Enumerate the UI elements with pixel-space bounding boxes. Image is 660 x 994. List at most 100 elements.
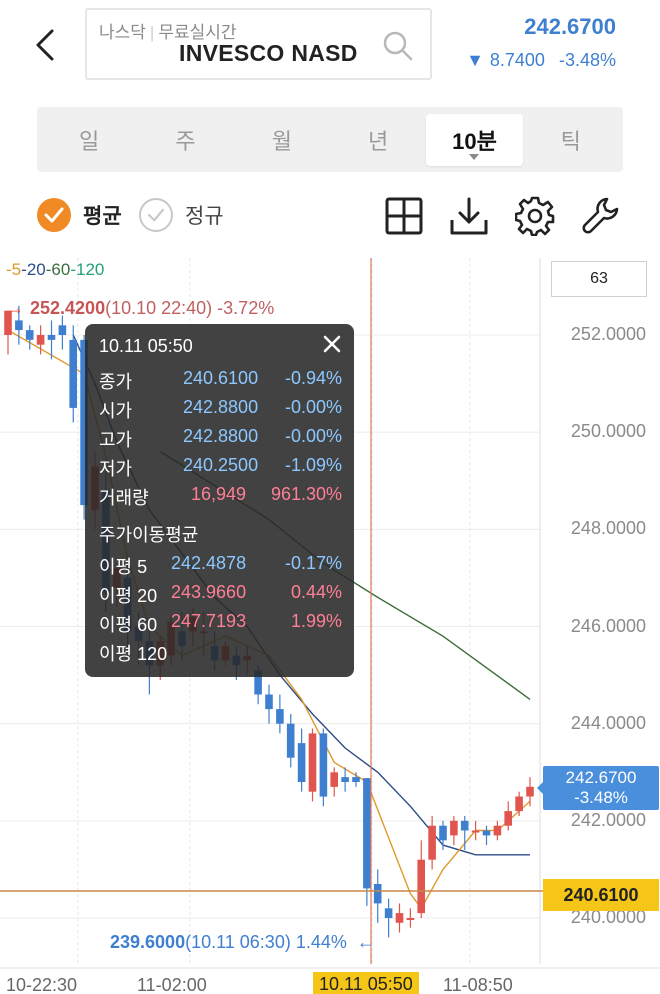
candle-body xyxy=(330,772,338,787)
candle-body xyxy=(265,694,273,710)
close-icon[interactable] xyxy=(322,334,342,354)
row-percent: -0.94% xyxy=(284,368,342,388)
row-percent: -0.00% xyxy=(284,426,342,446)
x-tick-label: 11-08:50 xyxy=(443,975,513,994)
ma-legend[interactable]: -5-20-60-120 xyxy=(6,260,104,280)
candle-body xyxy=(297,743,306,782)
crosshair-price-tag: 240.6100 xyxy=(543,879,659,911)
header: 나스닥 | 무료실시간 INVESCO NASD 242.6700 ▼ 8.7400-… xyxy=(0,0,660,90)
download-icon[interactable] xyxy=(449,196,489,236)
ma120-label: 120 xyxy=(76,260,105,279)
tooltip-ma-section-title: 주가이동평균 xyxy=(99,525,199,545)
change-percent: -3.48% xyxy=(558,50,616,70)
crosshair-time-tag: 10.11 05:50 xyxy=(313,972,419,994)
regular-label: 정규 xyxy=(185,205,224,228)
tab-day[interactable]: 일 xyxy=(41,114,137,166)
tooltip-row-high: 고가 242.8800 -0.00% xyxy=(99,426,342,450)
candle-body xyxy=(363,778,371,889)
y-tick-label: 250.0000 xyxy=(570,421,646,441)
row-key: 거래량 xyxy=(99,488,149,508)
candle-body xyxy=(406,918,415,920)
low-percent: 1.44% xyxy=(295,932,347,952)
symbol-search-box[interactable]: 나스닥 | 무료실시간 INVESCO NASD xyxy=(85,8,432,80)
row-value: 242.4878 xyxy=(171,553,247,573)
y-tick-label: 246.0000 xyxy=(570,616,646,636)
candle-body xyxy=(308,733,317,792)
ma5-label: 5 xyxy=(11,260,22,279)
back-button[interactable] xyxy=(28,26,62,64)
period-high-label: → 252.4200(10.10 22:40) -3.72% xyxy=(6,298,274,319)
tag-price: 242.6700 xyxy=(565,768,637,787)
unchecked-icon xyxy=(139,198,173,232)
row-percent: 0.44% xyxy=(290,582,342,602)
tab-tick[interactable]: 틱 xyxy=(523,114,619,166)
row-key: 이평 120 xyxy=(99,644,168,664)
right-arrow-icon: → xyxy=(6,298,24,318)
candle-body xyxy=(428,825,436,860)
tooltip-row-ma120: 이평 120 xyxy=(99,640,342,664)
change-value: 8.7400 xyxy=(489,50,545,70)
candle-body xyxy=(319,733,328,797)
row-value: 240.2500 xyxy=(183,455,259,475)
candle-body xyxy=(58,325,67,335)
low-value: 239.6000 xyxy=(110,932,186,952)
period-tabs: 일 주 월 년 10분 틱 xyxy=(37,107,623,172)
row-key: 고가 xyxy=(99,430,133,450)
candle-body xyxy=(15,320,23,331)
low-time: (10.11 06:30) xyxy=(185,932,291,952)
candle-body xyxy=(493,825,502,836)
y-tick-label: 252.0000 xyxy=(570,324,646,344)
row-key: 이평 60 xyxy=(99,615,158,635)
candle-count-box[interactable]: 63 xyxy=(551,261,647,297)
tag-percent: -3.48% xyxy=(574,788,628,807)
average-checkbox[interactable]: 평균 xyxy=(37,198,122,232)
tab-month[interactable]: 월 xyxy=(234,114,330,166)
row-value: 247.7193 xyxy=(171,611,247,631)
wrench-icon[interactable] xyxy=(581,196,621,236)
candle-body xyxy=(471,830,480,833)
price-summary: 242.6700 ▼ 8.7400 -3.48% xyxy=(466,14,616,71)
current-price: 242.6700 xyxy=(524,14,616,39)
search-icon[interactable] xyxy=(382,30,414,62)
chart-toolbar: 평균 정규 xyxy=(0,190,660,245)
candle-body xyxy=(47,335,56,340)
high-percent: -3.72% xyxy=(217,298,275,318)
ma20-label: 20 xyxy=(26,260,46,279)
row-value: 240.6100 xyxy=(183,368,259,388)
y-tick-label: 244.0000 xyxy=(570,713,646,733)
candle-body xyxy=(352,777,360,782)
candle-body xyxy=(36,335,45,345)
grid-icon[interactable] xyxy=(384,196,424,236)
row-value: 242.8800 xyxy=(183,397,259,417)
tooltip-row-volume: 거래량 16,949 961.30% xyxy=(99,484,342,508)
row-key: 종가 xyxy=(99,372,133,392)
row-percent: 961.30% xyxy=(270,484,342,504)
symbol-name: INVESCO NASD xyxy=(179,40,358,66)
candle-body xyxy=(460,820,469,831)
candle-body xyxy=(276,709,284,724)
tooltip-datetime: 10.11 05:50 xyxy=(99,336,193,356)
candle-body xyxy=(384,908,393,918)
x-tick-label: 11-02:00 xyxy=(137,975,207,994)
high-time: (10.10 22:40) xyxy=(105,298,213,318)
checked-icon xyxy=(37,198,71,232)
regular-checkbox[interactable]: 정규 xyxy=(139,198,224,232)
tab-week[interactable]: 주 xyxy=(137,114,233,166)
tab-10min[interactable]: 10분 xyxy=(426,113,523,166)
y-tick-label: 248.0000 xyxy=(570,518,646,538)
tab-year[interactable]: 년 xyxy=(330,114,426,166)
period-low-label: 239.6000(10.11 06:30) 1.44% ← xyxy=(110,932,375,953)
candle-body xyxy=(286,723,295,758)
row-key: 이평 20 xyxy=(99,586,158,606)
tooltip-row-close: 종가 240.6100 -0.94% xyxy=(99,368,342,392)
row-key: 시가 xyxy=(99,401,133,421)
tooltip-row-ma60: 이평 60 247.7193 1.99% xyxy=(99,611,342,635)
row-percent: -0.00% xyxy=(284,397,342,417)
settings-icon[interactable] xyxy=(515,196,555,236)
candle-body xyxy=(417,859,425,914)
candle-body xyxy=(25,330,34,340)
row-percent: -1.09% xyxy=(284,455,342,475)
row-percent: -0.17% xyxy=(284,553,342,573)
exchange-label: 나스닥 xyxy=(99,23,146,42)
row-key: 저가 xyxy=(99,459,133,479)
